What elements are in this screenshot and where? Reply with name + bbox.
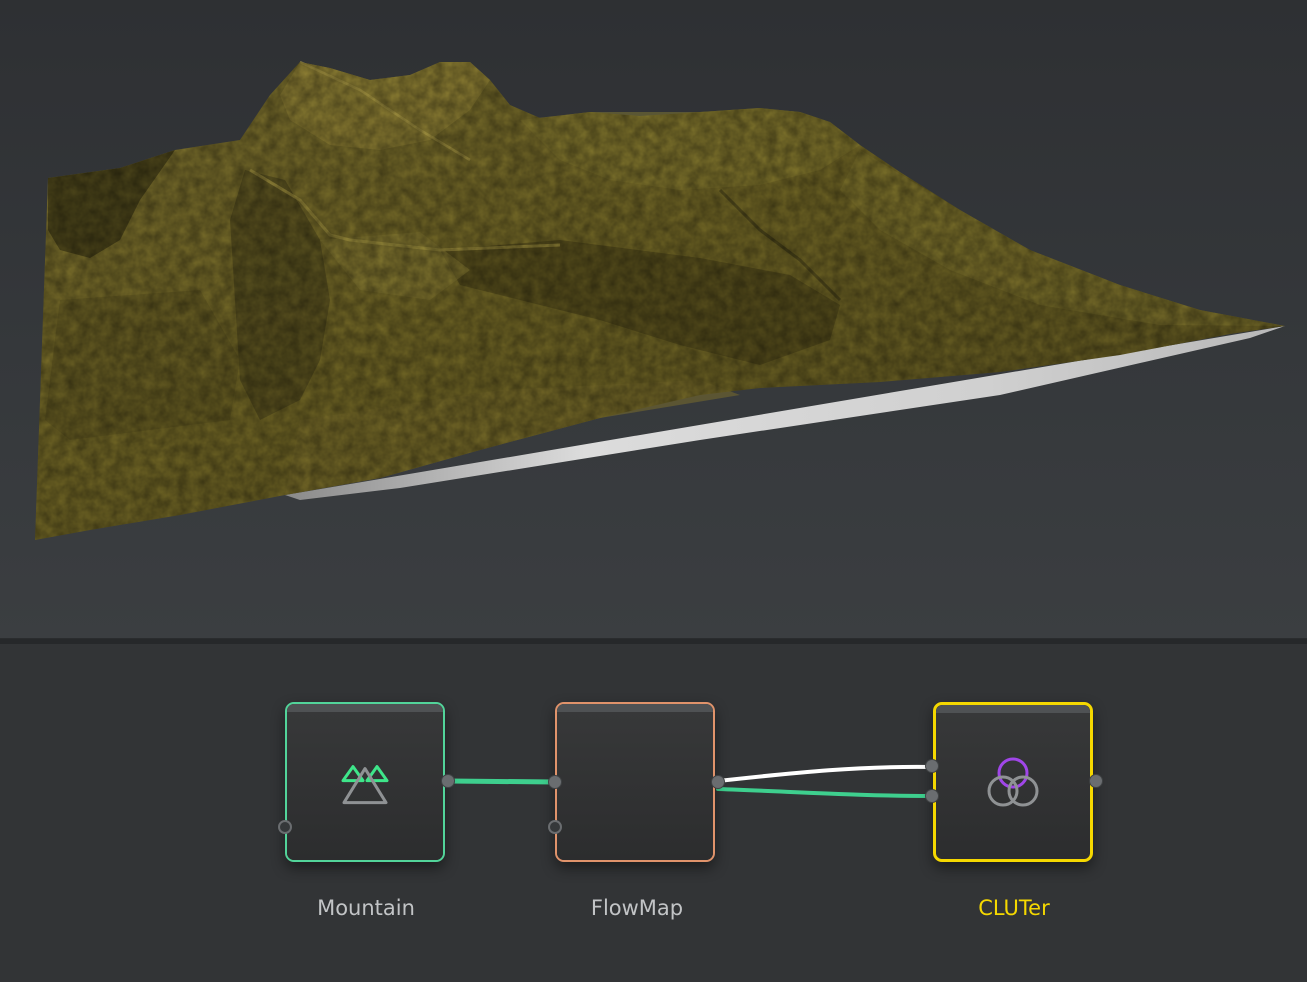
wire-flowmap-to-cluter-2	[716, 787, 934, 798]
node-header	[936, 705, 1090, 713]
cluter-input-port-2[interactable]	[925, 789, 939, 803]
node-label-flowmap: FlowMap	[590, 896, 684, 920]
node-graph-canvas[interactable]: Mountain FlowMap CLUTer	[0, 644, 1307, 982]
color-circles-icon	[983, 755, 1043, 815]
cluter-output-port[interactable]	[1089, 774, 1103, 788]
mountain-icon	[337, 759, 393, 811]
wire-mountain-to-flowmap	[446, 778, 558, 785]
node-label-mountain: Mountain	[317, 896, 415, 920]
cluter-input-port-1[interactable]	[925, 759, 939, 773]
3d-viewport[interactable]	[0, 0, 1307, 638]
node-body	[557, 712, 713, 860]
flowmap-input-port-2[interactable]	[548, 820, 562, 834]
node-flowmap[interactable]	[555, 702, 715, 862]
node-label-cluter: CLUTer	[978, 896, 1050, 920]
flowmap-input-port-1[interactable]	[548, 775, 562, 789]
terrain-render	[35, 60, 1285, 540]
flowmap-output-port[interactable]	[711, 775, 725, 789]
terrain-editor-window: Mountain FlowMap CLUTer	[0, 0, 1307, 982]
node-header	[287, 704, 443, 712]
node-header	[557, 704, 713, 712]
node-mountain[interactable]	[285, 702, 445, 862]
mountain-output-port[interactable]	[441, 774, 455, 788]
mountain-input-port[interactable]	[278, 820, 292, 834]
wire-flowmap-to-cluter-1	[716, 764, 934, 783]
node-cluter[interactable]	[933, 702, 1093, 862]
